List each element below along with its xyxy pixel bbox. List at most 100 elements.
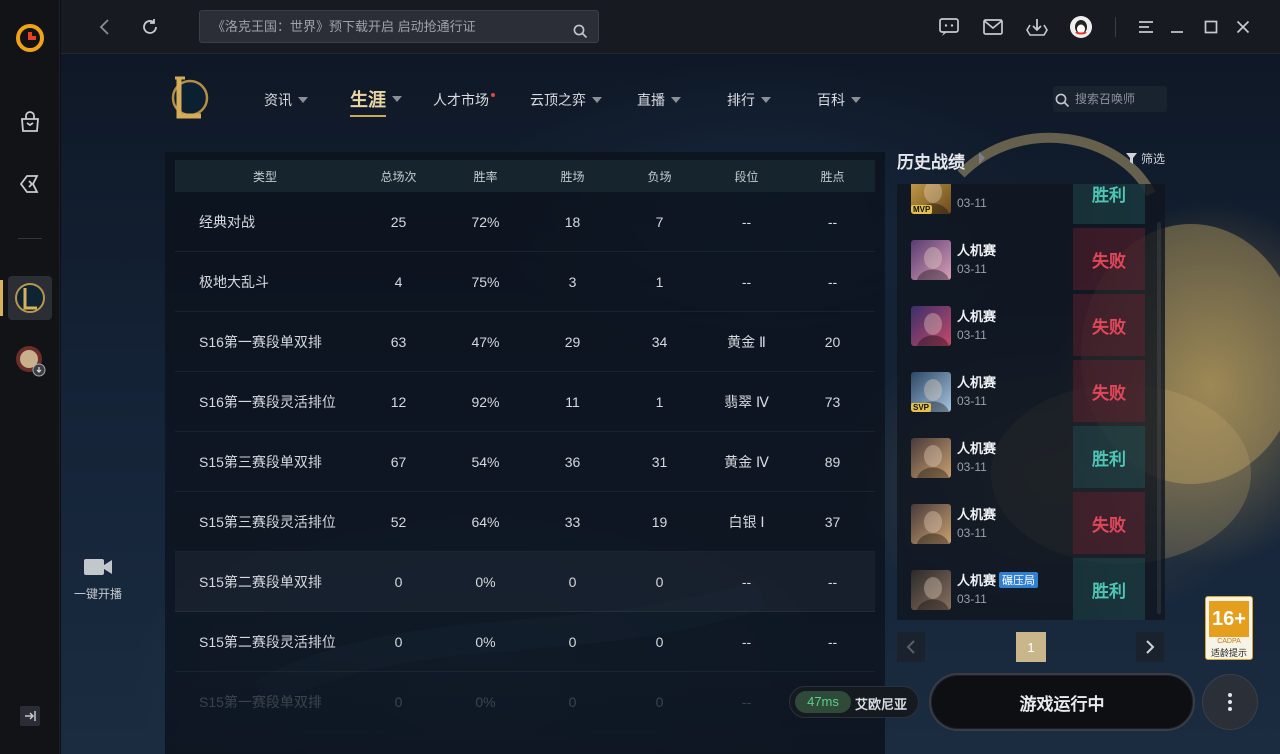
caret-down-icon: [761, 97, 771, 103]
cell-losses: 1: [655, 273, 664, 290]
cell-type: 极地大乱斗: [199, 273, 269, 290]
caret-down-icon: [851, 97, 861, 103]
one-click-live-button[interactable]: 一键开播: [68, 556, 128, 602]
match-result: 胜利: [1073, 558, 1145, 620]
server-status[interactable]: 47ms 艾欧尼亚: [789, 686, 919, 718]
nav-news[interactable]: 资讯: [264, 90, 308, 110]
other-game-icon[interactable]: [8, 338, 52, 382]
cell-type: S16第一赛段单双排: [199, 333, 322, 350]
age-rating-badge: 16+ CADPA 适龄提示: [1205, 596, 1253, 660]
cell-wins: 18: [564, 213, 581, 230]
history-item[interactable]: 人机赛 03-11 失败: [897, 228, 1153, 294]
collapse-icon: [25, 711, 36, 721]
cell-rank: 白银 Ⅰ: [728, 513, 765, 530]
nav-career[interactable]: 生涯: [350, 86, 402, 117]
col-losses-header: 负场: [647, 169, 672, 184]
cell-type: 经典对战: [199, 213, 255, 230]
nav-news-label: 资讯: [264, 92, 292, 108]
more-options-button[interactable]: [1202, 674, 1258, 730]
close-icon[interactable]: [1229, 13, 1257, 41]
cell-losses: 1: [655, 393, 664, 410]
table-row: S15第三赛段单双排 67 54% 36 31 黄金 Ⅳ 89: [175, 432, 875, 492]
collapse-sidebar-button[interactable]: [20, 706, 40, 726]
new-dot-badge: [491, 93, 495, 97]
wegame-logo-icon[interactable]: [8, 16, 52, 60]
nav-wiki[interactable]: 百科: [817, 90, 861, 110]
app-window: 《洛克王国：世界》预下载开启 启动抢通行证 资讯 生涯 人才市场 云顶之弈 直播…: [0, 0, 1280, 754]
download-icon[interactable]: [1023, 13, 1051, 41]
nav-talent-market[interactable]: 人才市场: [433, 90, 495, 110]
search-icon[interactable]: [573, 19, 588, 42]
top-search-input[interactable]: 《洛克王国：世界》预下载开启 启动抢通行证: [199, 10, 599, 43]
champion-avatar: SVP: [911, 372, 951, 412]
cell-rank: 黄金 Ⅳ: [724, 453, 769, 470]
cell-losses: 19: [651, 513, 668, 530]
next-page-button[interactable]: [1136, 632, 1164, 662]
history-item[interactable]: 人机赛 03-11 失败: [897, 492, 1153, 558]
history-title[interactable]: 历史战绩: [897, 148, 965, 173]
cell-wins: 3: [568, 273, 577, 290]
nav-ranking-label: 排行: [727, 92, 755, 108]
history-list: MVP 03-11 胜利 人机赛 03-11 失败 人机赛 03-11 失败 SVP 人机赛 03-1…: [897, 184, 1165, 620]
col-winrate-header: 胜率: [473, 169, 498, 184]
history-header: 历史战绩 筛选: [897, 146, 1165, 173]
stats-table: 类型 总场次 胜率 胜场 负场 段位 胜点 经典对战 25 72% 18 7 -- -- 极地…: [175, 160, 875, 732]
refresh-icon[interactable]: [136, 13, 164, 41]
cell-total: 0: [394, 573, 403, 590]
topbar-divider: [1115, 17, 1116, 37]
match-mode-label: 人机赛: [957, 243, 997, 258]
cell-type: S15第三赛段单双排: [199, 453, 322, 470]
menu-icon[interactable]: [1132, 13, 1160, 41]
table-row: 经典对战 25 72% 18 7 -- --: [175, 192, 875, 252]
table-header: 类型 总场次 胜率 胜场 负场 段位 胜点: [175, 160, 875, 192]
history-item[interactable]: SVP 人机赛 03-11 失败: [897, 360, 1153, 426]
sidebar-divider: [18, 238, 42, 239]
history-item[interactable]: MVP 03-11 胜利: [897, 184, 1153, 228]
match-mode-label: 人机赛: [957, 573, 997, 588]
mail-icon[interactable]: [979, 13, 1007, 41]
champion-avatar: MVP: [911, 184, 951, 214]
filter-button[interactable]: 筛选: [1125, 150, 1165, 167]
qq-avatar-icon[interactable]: [1067, 13, 1095, 41]
top-bar: 《洛克王国：世界》预下载开启 启动抢通行证: [61, 0, 1280, 54]
match-mode: 人机赛: [957, 306, 996, 325]
back-icon[interactable]: [91, 13, 119, 41]
search-icon: [1055, 91, 1070, 117]
cell-lp: 73: [824, 393, 841, 410]
cell-winrate: 92%: [471, 393, 500, 410]
table-row: 极地大乱斗 4 75% 3 1 -- --: [175, 252, 875, 312]
cell-rank: --: [741, 213, 752, 230]
maximize-icon[interactable]: [1197, 13, 1225, 41]
ping-value: 47ms: [795, 691, 851, 713]
match-date: 03-11: [957, 592, 987, 606]
game-library-icon[interactable]: [8, 162, 52, 206]
left-sidebar: [0, 0, 60, 754]
server-name: 艾欧尼亚: [855, 697, 908, 712]
nav-wiki-label: 百科: [817, 92, 845, 108]
nav-tft-label: 云顶之弈: [530, 92, 586, 108]
match-mode: 人机赛: [957, 438, 996, 457]
match-mode: 人机赛: [957, 504, 996, 523]
current-page-button[interactable]: 1: [1016, 632, 1046, 662]
game-running-button[interactable]: 游戏运行中: [929, 673, 1195, 731]
chat-icon[interactable]: [935, 13, 963, 41]
history-item[interactable]: 人机赛 碾压局 03-11 胜利: [897, 558, 1153, 620]
summoner-search-input[interactable]: 搜索召唤师: [1053, 86, 1167, 112]
lol-game-icon[interactable]: [8, 276, 52, 320]
prev-page-button[interactable]: [897, 632, 925, 662]
cell-lp: 89: [824, 453, 841, 470]
minimize-icon[interactable]: [1163, 13, 1191, 41]
nav-tft[interactable]: 云顶之弈: [530, 90, 602, 110]
history-item[interactable]: 人机赛 03-11 失败: [897, 294, 1153, 360]
chevron-right-icon[interactable]: [979, 152, 985, 164]
nav-ranking[interactable]: 排行: [727, 90, 771, 110]
match-mode: 人机赛: [957, 372, 996, 391]
top-search-text: 《洛克王国：世界》预下载开启 启动抢通行证: [212, 19, 476, 34]
col-type-header: 类型: [252, 169, 277, 184]
history-item[interactable]: 人机赛 03-11 胜利: [897, 426, 1153, 492]
store-bag-icon[interactable]: [8, 100, 52, 144]
nav-live[interactable]: 直播: [637, 90, 681, 110]
lol-logo-icon[interactable]: [167, 74, 209, 120]
table-row: S16第一赛段单双排 63 47% 29 34 黄金 Ⅱ 20: [175, 312, 875, 372]
history-scrollbar[interactable]: [1157, 222, 1161, 614]
